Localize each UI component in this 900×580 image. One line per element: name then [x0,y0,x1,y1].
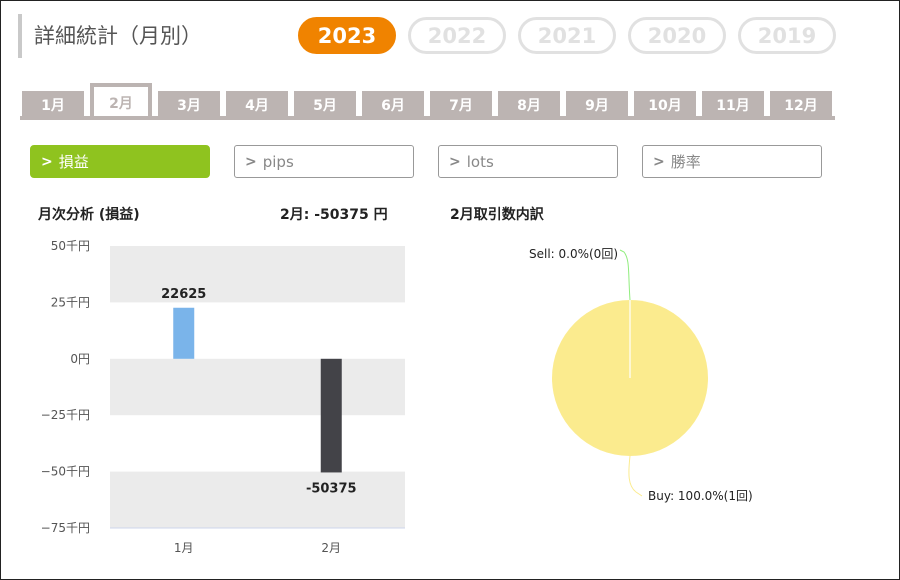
metric-label: pips [262,152,294,171]
buy-label-connector [628,455,643,497]
plot-band [110,471,405,528]
pie-label-buy: Buy: 100.0%(1回) [648,489,753,503]
metric-button-profit[interactable]: > 損益 [30,145,210,178]
x-tick-label: 2月 [321,541,341,555]
year-tabs: 2023 2022 2021 2020 2019 [298,17,836,54]
y-tick-label: 50千円 [51,239,90,253]
year-tab-2021[interactable]: 2021 [518,17,616,54]
pie-chart-title: 2月取引数内訳 [450,207,544,223]
y-tick-label: −50千円 [41,465,90,479]
month-tab-11[interactable]: 11月 [702,91,764,119]
plot-band [110,358,405,416]
month-tab-10[interactable]: 10月 [634,91,696,119]
metric-button-pips[interactable]: > pips [234,145,414,178]
metric-button-winrate[interactable]: > 勝率 [642,145,822,178]
month-tab-7[interactable]: 7月 [430,91,492,119]
bar [173,307,195,359]
month-tabs: 1月 2月 3月 4月 5月 6月 7月 8月 9月 10月 11月 12月 [22,83,832,119]
year-tab-2022[interactable]: 2022 [408,17,506,54]
x-tick-label: 1月 [174,541,194,555]
chevron-right-icon: > [653,153,665,170]
plot-band [110,246,405,303]
bar-chart-title: 月次分析 (損益) [38,207,140,223]
chevron-right-icon: > [245,153,257,170]
pie-chart: Sell: 0.0%(0回) Buy: 100.0%(1回) [529,247,753,503]
bar-data-label: -50375 [306,481,357,496]
month-tab-5[interactable]: 5月 [294,91,356,119]
pie-label-sell: Sell: 0.0%(0回) [529,247,618,261]
metric-button-lots[interactable]: > lots [438,145,618,178]
month-tab-3[interactable]: 3月 [158,91,220,119]
bar-data-label: 22625 [161,287,206,302]
year-tab-2023[interactable]: 2023 [298,17,396,54]
month-tab-8[interactable]: 8月 [498,91,560,119]
page-title: 詳細統計（月別） [34,24,202,48]
metric-label: 損益 [58,153,89,171]
bar-chart-summary: 2月: -50375 円 [280,207,388,223]
metric-label: 勝率 [670,153,701,171]
bar [320,358,342,473]
metric-label: lots [466,152,494,171]
bar-chart: 50千円 25千円 0円 −25千円 −50千円 −75千円 22625 1月 -50375 2月 [41,239,405,555]
y-tick-label: 0円 [70,352,90,366]
chevron-right-icon: > [449,153,461,170]
y-tick-label: 25千円 [51,295,90,309]
month-tab-2[interactable]: 2月 [90,83,152,119]
year-tab-2020[interactable]: 2020 [628,17,726,54]
month-tab-1[interactable]: 1月 [22,91,84,119]
sell-label-connector [619,249,631,301]
month-tab-4[interactable]: 4月 [226,91,288,119]
month-tab-6[interactable]: 6月 [362,91,424,119]
month-tab-9[interactable]: 9月 [566,91,628,119]
title-accent-bar [18,14,22,58]
year-tab-2019[interactable]: 2019 [738,17,836,54]
y-tick-label: −75千円 [41,521,90,535]
y-tick-label: −25千円 [41,408,90,422]
chevron-right-icon: > [41,153,53,170]
month-tab-12[interactable]: 12月 [770,91,832,119]
month-tabs-baseline [20,116,835,120]
